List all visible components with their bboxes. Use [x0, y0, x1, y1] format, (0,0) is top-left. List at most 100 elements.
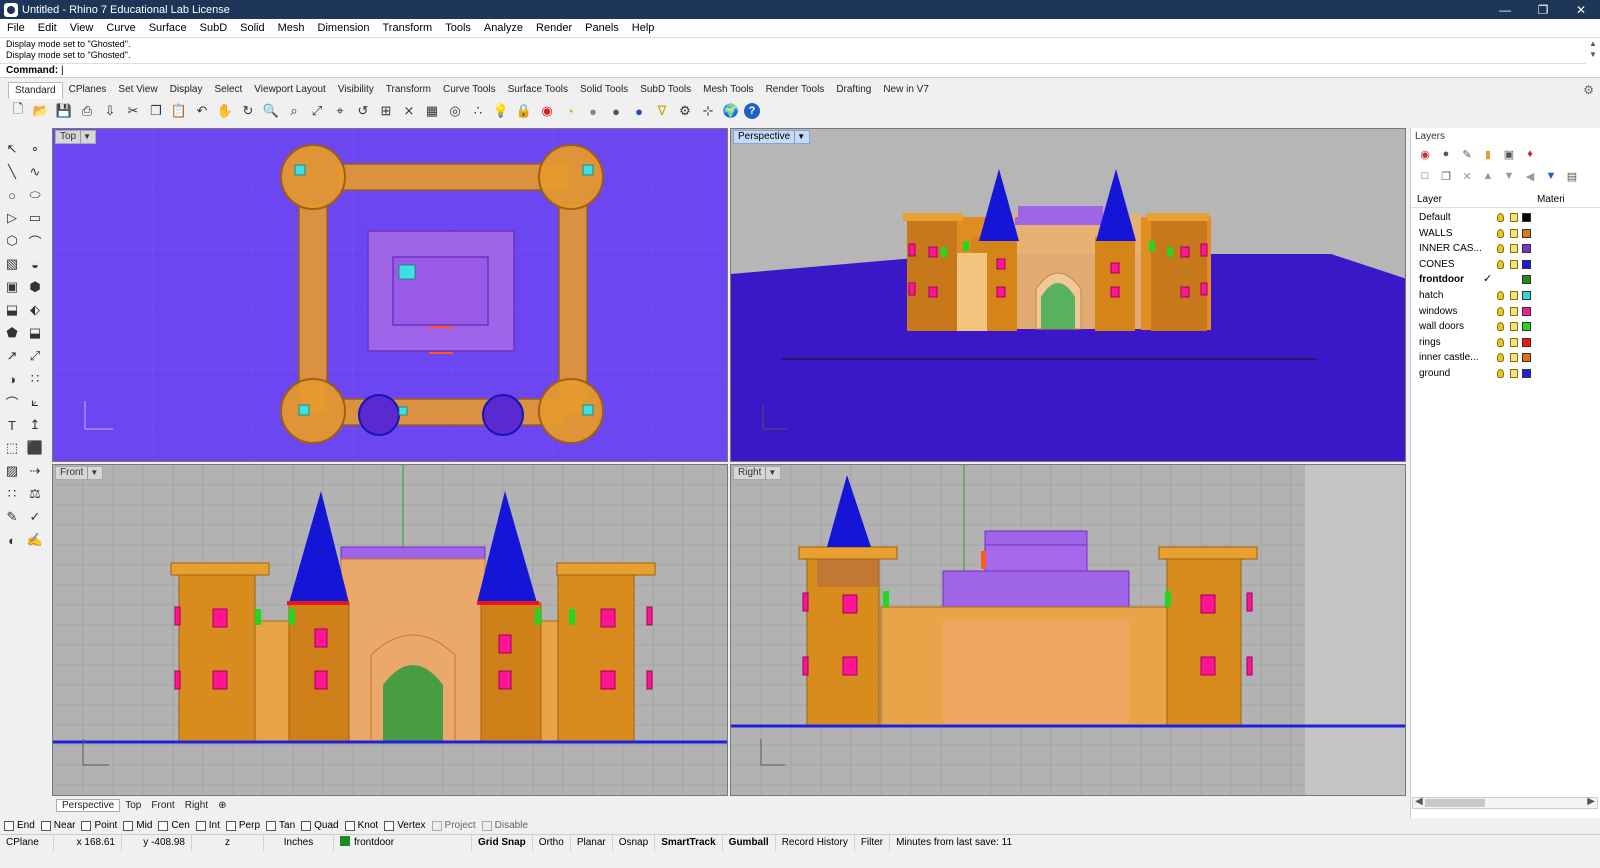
cplane-indicator[interactable]: CPlane [0, 835, 54, 851]
four-viewports-icon[interactable]: ⊞ [376, 101, 396, 121]
visibility-bulb-icon[interactable] [1497, 213, 1504, 222]
viewport-front[interactable]: Front ▼ [52, 464, 728, 796]
surface-icon[interactable]: ▧ [2, 253, 22, 275]
visibility-bulb-icon[interactable] [1497, 337, 1504, 347]
tab-display[interactable]: Display [164, 82, 209, 98]
new-file-icon[interactable]: 🗋 [8, 101, 28, 121]
lock-icon[interactable]: 🔒 [514, 101, 534, 121]
checkbox[interactable] [123, 820, 134, 831]
edit-icon[interactable]: ✎ [2, 506, 22, 528]
zoom-extents-icon[interactable]: ⤢ [307, 101, 327, 121]
layer-color-swatch[interactable] [1522, 213, 1531, 222]
dimension-icon[interactable]: ↥ [25, 414, 45, 436]
shaded-icon[interactable]: ● [583, 101, 603, 121]
layer-row[interactable]: CONES [1411, 257, 1600, 273]
osnap-quad[interactable]: Quad [301, 820, 339, 831]
layer-color-swatch[interactable] [1522, 322, 1531, 332]
box-icon[interactable]: ▣ [2, 276, 22, 298]
checkbox[interactable] [225, 820, 236, 831]
chevron-down-icon[interactable]: ▼ [794, 130, 805, 144]
help-icon[interactable]: ? [744, 103, 760, 119]
group-icon[interactable]: ⬚ [2, 437, 22, 459]
pan-icon[interactable]: ✋ [215, 101, 235, 121]
viewport-label-front[interactable]: Front ▼ [55, 466, 104, 480]
snap-icon[interactable]: ⊹ [698, 101, 718, 121]
viewport-label-right[interactable]: Right ▼ [733, 466, 782, 480]
visibility-bulb-icon[interactable] [1497, 259, 1504, 269]
point-icon[interactable]: ∘ [25, 138, 45, 160]
layer-row[interactable]: WALLS [1411, 226, 1600, 242]
lock-icon[interactable] [1510, 337, 1518, 347]
tab-new-in-v7[interactable]: New in V7 [877, 82, 935, 98]
add-viewport-icon[interactable]: ⊕ [213, 800, 231, 811]
boolean-icon[interactable]: ◑ [2, 368, 22, 390]
viewport-label-perspective[interactable]: Perspective ▼ [733, 130, 811, 144]
tab-viewport-layout[interactable]: Viewport Layout [248, 82, 332, 98]
folder-icon[interactable]: ▮ [1480, 146, 1496, 162]
move-icon[interactable]: ⤢ [25, 345, 45, 367]
layer-color-swatch[interactable] [1522, 275, 1531, 285]
layer-color-swatch[interactable] [1522, 244, 1531, 254]
menu-item-view[interactable]: View [63, 19, 100, 37]
viewport-top[interactable]: Top ▼ [52, 128, 728, 462]
visibility-bulb-icon[interactable] [1497, 353, 1504, 363]
menu-item-panels[interactable]: Panels [578, 19, 625, 37]
chevron-down-icon[interactable]: ▼ [87, 466, 98, 480]
chevron-down-icon[interactable]: ▼ [765, 466, 776, 480]
layer-row[interactable]: rings [1411, 335, 1600, 351]
polygon-icon[interactable]: ⬡ [2, 230, 22, 252]
menu-item-help[interactable]: Help [625, 19, 661, 37]
rotate-view-icon[interactable]: ↻ [238, 101, 258, 121]
explode-icon[interactable]: ⬛ [25, 437, 45, 459]
move-up-icon[interactable]: ▲ [1480, 168, 1496, 184]
transform-icon[interactable]: ↗ [2, 345, 22, 367]
loft-icon[interactable]: ⬖ [25, 299, 45, 321]
curve-icon[interactable]: ∿ [25, 161, 45, 183]
layer-row[interactable]: INNER CAS... [1411, 241, 1600, 257]
settings-icon[interactable]: ⚙ [675, 101, 695, 121]
maximize-icon[interactable]: ❐ [1524, 0, 1562, 19]
lock-icon[interactable] [1510, 322, 1518, 332]
zoom-selected-icon[interactable]: ⌖ [330, 101, 350, 121]
osnap-vertex[interactable]: Vertex [384, 820, 426, 831]
osnap-near[interactable]: Near [40, 820, 75, 831]
smarttrack-toggle[interactable]: SmartTrack [655, 835, 723, 851]
materials-icon[interactable]: ◉ [537, 101, 557, 121]
layer-row[interactable]: Default [1411, 210, 1600, 226]
viewport-perspective[interactable]: Perspective ▼ [730, 128, 1406, 462]
paint-icon[interactable]: ✍ [25, 529, 45, 551]
layer-name[interactable]: hatch [1419, 288, 1489, 303]
tab-standard[interactable]: Standard [8, 81, 63, 99]
layer-name[interactable]: frontdoor [1419, 272, 1489, 287]
grid-array-icon[interactable]: ∷ [2, 483, 22, 505]
tab-visibility[interactable]: Visibility [332, 82, 380, 98]
layer-name[interactable]: windows [1419, 304, 1489, 319]
tab-solid-tools[interactable]: Solid Tools [574, 82, 634, 98]
layer-color-swatch[interactable] [1522, 353, 1531, 363]
blend-icon[interactable]: ⬟ [2, 322, 22, 344]
filter-icon[interactable]: ∇ [652, 101, 672, 121]
layer-color-swatch[interactable] [1522, 228, 1531, 238]
lock-icon[interactable] [1510, 353, 1518, 363]
menu-item-curve[interactable]: Curve [99, 19, 141, 37]
record-history-toggle[interactable]: Record History [776, 835, 855, 851]
osnap-project[interactable]: Project [431, 820, 476, 831]
tab-transform[interactable]: Transform [380, 82, 437, 98]
print-icon[interactable]: ⎙ [77, 101, 97, 121]
checkbox[interactable] [384, 820, 395, 831]
layer-name[interactable]: INNER CAS... [1419, 241, 1489, 256]
grid-snap-toggle[interactable]: Grid Snap [472, 835, 533, 851]
checkbox[interactable] [81, 820, 92, 831]
tab-surface-tools[interactable]: Surface Tools [502, 82, 574, 98]
grid-icon[interactable]: ▦ [422, 101, 442, 121]
render-sphere-icon[interactable]: ● [629, 101, 649, 121]
extrude-icon[interactable]: ⬓ [2, 299, 22, 321]
layer-name[interactable]: WALLS [1419, 226, 1489, 241]
paste-icon[interactable]: 📋 [169, 101, 189, 121]
zoom-icon[interactable]: 🔍 [261, 101, 281, 121]
viewport-tab-perspective[interactable]: Perspective [56, 798, 121, 812]
menu-item-tools[interactable]: Tools [438, 19, 477, 37]
menu-item-file[interactable]: File [0, 19, 31, 37]
options-icon[interactable]: ▤ [1564, 168, 1580, 184]
tab-drafting[interactable]: Drafting [830, 82, 877, 98]
